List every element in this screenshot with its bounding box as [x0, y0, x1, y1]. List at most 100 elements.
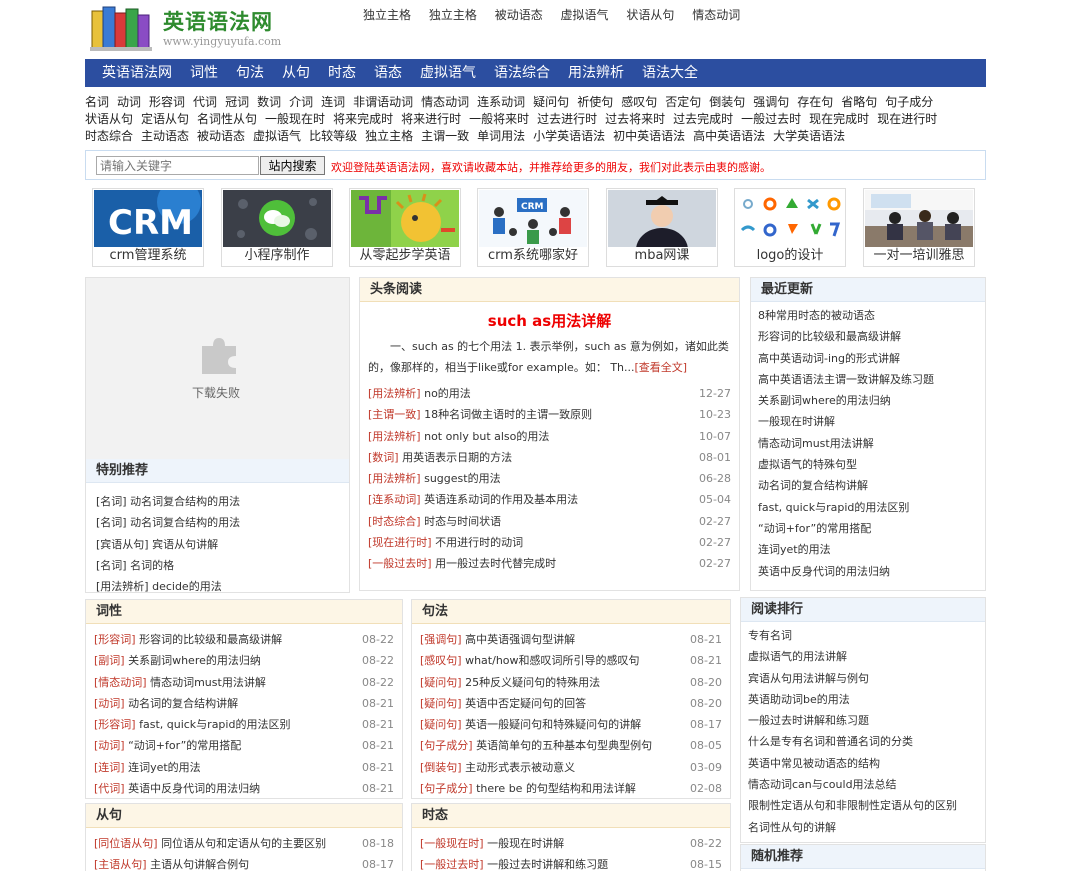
list-item[interactable]: 8种常用时态的被动语态	[758, 305, 977, 326]
top-link[interactable]: 被动语态	[495, 8, 543, 22]
pic-item[interactable]: CRM crm管理系统	[92, 188, 204, 267]
list-item[interactable]: 名词性从句的讲解	[748, 817, 977, 838]
pic-item[interactable]: logo的设计	[734, 188, 846, 267]
tag-link[interactable]: 状语从句	[85, 112, 133, 126]
tag-link[interactable]: 过去进行时	[537, 112, 597, 126]
tag-link[interactable]: 高中英语语法	[693, 129, 765, 143]
nav-item-daquan[interactable]: 语法大全	[633, 59, 707, 87]
table-row[interactable]: [副词] 关系副词where的用法归纳 08-22	[94, 650, 394, 671]
nav-item-cixing[interactable]: 词性	[181, 59, 227, 87]
tag-link[interactable]: 介词	[289, 95, 313, 109]
nav-item-home[interactable]: 英语语法网	[85, 59, 181, 87]
tag-link[interactable]: 名词	[85, 95, 109, 109]
tag-link[interactable]: 代词	[193, 95, 217, 109]
nav-item-zonghe[interactable]: 语法综合	[485, 59, 559, 87]
tag-link[interactable]: 独立主格	[365, 129, 413, 143]
nav-item-yutai[interactable]: 语态	[365, 59, 411, 87]
tag-link[interactable]: 感叹句	[621, 95, 657, 109]
tag-link[interactable]: 数词	[257, 95, 281, 109]
tag-link[interactable]: 小学英语语法	[533, 129, 605, 143]
tag-link[interactable]: 连词	[321, 95, 345, 109]
table-row[interactable]: [疑问句] 25种反义疑问句的特殊用法 08-20	[420, 672, 722, 693]
tag-link[interactable]: 一般过去时	[741, 112, 801, 126]
tag-link[interactable]: 省略句	[841, 95, 877, 109]
tag-link[interactable]: 时态综合	[85, 129, 133, 143]
tag-link[interactable]: 句子成分	[885, 95, 933, 109]
list-item[interactable]: 高中英语动词-ing的形式讲解	[758, 348, 977, 369]
tag-link[interactable]: 强调句	[753, 95, 789, 109]
list-item[interactable]: [名词] 动名词复合结构的用法	[96, 491, 341, 512]
list-item[interactable]: [名词] 名词的格	[96, 555, 341, 576]
table-row[interactable]: [用法辨析] suggest的用法 06-28	[368, 468, 731, 489]
tag-link[interactable]: 存在句	[797, 95, 833, 109]
list-item[interactable]: 情态动词can与could用法总结	[748, 774, 977, 795]
tag-link[interactable]: 大学英语语法	[773, 129, 845, 143]
site-logo[interactable]: 英语语法网 www.yingyuyufa.com	[90, 2, 290, 52]
top-link[interactable]: 独立主格	[363, 8, 411, 22]
table-row[interactable]: [动词] 动名词的复合结构讲解 08-21	[94, 693, 394, 714]
table-row[interactable]: [情态动词] 情态动词must用法讲解 08-22	[94, 672, 394, 693]
nav-item-jufa[interactable]: 句法	[227, 59, 273, 87]
tag-link[interactable]: 单词用法	[477, 129, 525, 143]
tag-link[interactable]: 现在完成时	[809, 112, 869, 126]
list-item[interactable]: 虚拟语气的用法讲解	[748, 646, 977, 667]
list-item[interactable]: 动名词的复合结构讲解	[758, 475, 977, 496]
list-item[interactable]: 英语中反身代词的用法归纳	[758, 561, 977, 582]
table-row[interactable]: [用法辨析] not only but also的用法 10-07	[368, 426, 731, 447]
table-row[interactable]: [主谓一致] 18种名词做主语时的主谓一致原则 10-23	[368, 404, 731, 425]
table-row[interactable]: [句子成分] 英语简单句的五种基本句型典型例句 08-05	[420, 735, 722, 756]
tag-link[interactable]: 名词性从句	[197, 112, 257, 126]
pic-item[interactable]: mba网课	[606, 188, 718, 267]
list-item[interactable]: 情态动词must用法讲解	[758, 433, 977, 454]
list-item[interactable]: 英语助动词be的用法	[748, 689, 977, 710]
table-row[interactable]: [一般过去时] 用一般过去时代替完成时 02-27	[368, 553, 731, 574]
table-row[interactable]: [感叹句] what/how和感叹词所引导的感叹句 08-21	[420, 650, 722, 671]
nav-item-congju[interactable]: 从句	[273, 59, 319, 87]
list-item[interactable]: 高中英语语法主谓一致讲解及练习题	[758, 369, 977, 390]
tag-link[interactable]: 比较等级	[309, 129, 357, 143]
search-button[interactable]: 站内搜索	[260, 156, 325, 175]
list-item[interactable]: [名词] 动名词复合结构的用法	[96, 512, 341, 533]
tag-link[interactable]: 将来进行时	[401, 112, 461, 126]
table-row[interactable]: [主语从句] 主语从句讲解合例句 08-17	[94, 854, 394, 871]
tag-link[interactable]: 过去完成时	[673, 112, 733, 126]
table-row[interactable]: [倒装句] 主动形式表示被动意义 03-09	[420, 757, 722, 778]
top-link[interactable]: 虚拟语气	[561, 8, 609, 22]
nav-item-xuni[interactable]: 虚拟语气	[411, 59, 485, 87]
table-row[interactable]: [一般现在时] 一般现在时讲解 08-22	[420, 833, 722, 854]
list-item[interactable]: [用法辨析] decide的用法	[96, 576, 341, 597]
list-item[interactable]: 一般现在时讲解	[758, 411, 977, 432]
table-row[interactable]: [强调句] 高中英语强调句型讲解 08-21	[420, 629, 722, 650]
list-item[interactable]: fast, quick与rapid的用法区别	[758, 497, 977, 518]
tag-link[interactable]: 动词	[117, 95, 141, 109]
pic-item[interactable]: 小程序制作	[221, 188, 333, 267]
list-item[interactable]: “动词+for”的常用搭配	[758, 518, 977, 539]
tag-link[interactable]: 否定句	[665, 95, 701, 109]
list-item[interactable]: 英语中常见被动语态的结构	[748, 753, 977, 774]
tag-link[interactable]: 定语从句	[141, 112, 189, 126]
read-more-link[interactable]: [查看全文]	[635, 361, 688, 374]
table-row[interactable]: [连系动词] 英语连系动词的作用及基本用法 05-04	[368, 489, 731, 510]
pic-item[interactable]: CRM crm系统哪家好	[477, 188, 589, 267]
tag-link[interactable]: 初中英语语法	[613, 129, 685, 143]
list-item[interactable]: 连词yet的用法	[758, 539, 977, 560]
pic-item[interactable]: 从零起步学英语	[349, 188, 461, 267]
top-link[interactable]: 情态动词	[692, 8, 740, 22]
tag-link[interactable]: 形容词	[149, 95, 185, 109]
tag-link[interactable]: 疑问句	[533, 95, 569, 109]
tag-link[interactable]: 被动语态	[197, 129, 245, 143]
search-input[interactable]	[96, 156, 259, 175]
pic-item[interactable]: 一对一培训雅思	[863, 188, 975, 267]
tag-link[interactable]: 过去将来时	[605, 112, 665, 126]
tag-link[interactable]: 非谓语动词	[353, 95, 413, 109]
table-row[interactable]: [数词] 用英语表示日期的方法 08-01	[368, 447, 731, 468]
tag-link[interactable]: 冠词	[225, 95, 249, 109]
table-row[interactable]: [现在进行时] 不用进行时的动词 02-27	[368, 532, 731, 553]
table-row[interactable]: [句子成分] there be 的句型结构和用法详解 02-08	[420, 778, 722, 799]
table-row[interactable]: [一般过去时] 一般过去时讲解和练习题 08-15	[420, 854, 722, 871]
tag-link[interactable]: 一般现在时	[265, 112, 325, 126]
tag-link[interactable]: 现在进行时	[877, 112, 937, 126]
table-row[interactable]: [形容词] 形容词的比较级和最高级讲解 08-22	[94, 629, 394, 650]
table-row[interactable]: [代词] 英语中反身代词的用法归纳 08-21	[94, 778, 394, 799]
table-row[interactable]: [疑问句] 英语一般疑问句和特殊疑问句的讲解 08-17	[420, 714, 722, 735]
